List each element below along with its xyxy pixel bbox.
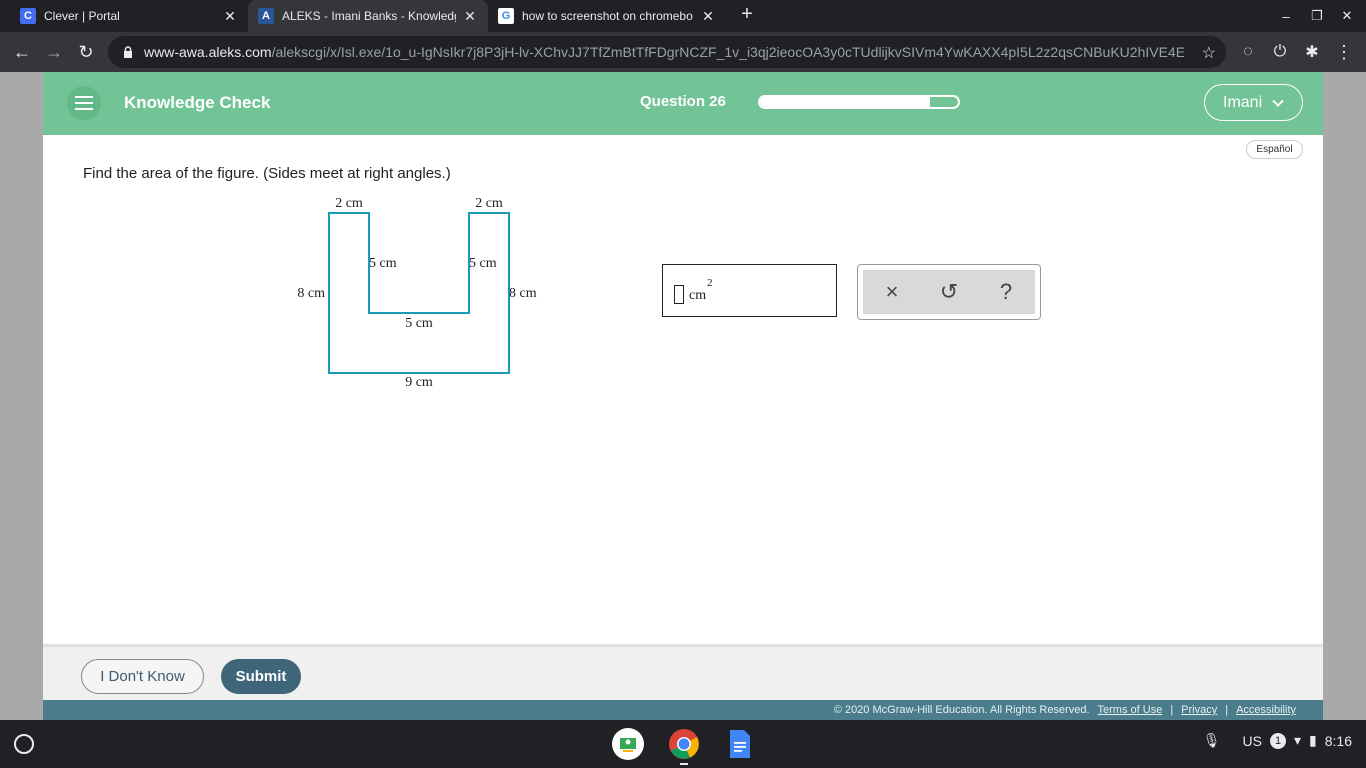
hamburger-menu-icon[interactable] — [67, 86, 101, 120]
forward-icon[interactable]: → — [42, 40, 66, 64]
aleks-page: Knowledge Check Question 26 Imani Españo… — [43, 72, 1323, 720]
extension-loading-icon[interactable]: ◌ — [1236, 40, 1260, 64]
active-app-indicator — [680, 763, 688, 765]
close-tab-icon[interactable]: ✕ — [700, 8, 716, 25]
answer-input[interactable] — [674, 285, 684, 304]
answer-area: cm 2 — [662, 264, 837, 317]
answer-unit: cm — [689, 288, 707, 303]
microphone-icon[interactable]: 🎙 — [1203, 732, 1221, 749]
submit-button[interactable]: Submit — [221, 659, 301, 694]
restore-icon[interactable]: ❐ — [1309, 8, 1325, 24]
progress-fill — [760, 97, 931, 107]
help-icon[interactable]: ? — [991, 277, 1021, 307]
tab-title: Clever | Portal — [44, 9, 120, 23]
copyright-text: © 2020 McGraw-Hill Education. All Rights… — [833, 704, 1090, 716]
app-header: Knowledge Check Question 26 Imani — [43, 72, 1323, 135]
label-bottom: 9 cm — [405, 375, 433, 387]
chevron-down-icon — [1272, 99, 1284, 107]
back-icon[interactable]: ← — [10, 40, 34, 64]
page-title: Knowledge Check — [124, 93, 271, 112]
launcher-icon[interactable] — [14, 734, 34, 754]
browser-toolbar: ← → ↻ www-awa.aleks.com/alekscgi/x/Isl.e… — [0, 32, 1366, 72]
tab-google-search[interactable]: G how to screenshot on chromebo ✕ — [488, 0, 726, 32]
status-tray[interactable]: 🎙 US 1 ▾ ▮ 8:16 — [1203, 732, 1352, 749]
answer-tools-bar: × ↺ ? — [863, 270, 1035, 314]
question-prompt: Find the area of the figure. (Sides meet… — [83, 165, 451, 182]
tab-aleks[interactable]: A ALEKS - Imani Banks - Knowledg ✕ — [248, 0, 488, 32]
privacy-link[interactable]: Privacy — [1181, 704, 1217, 716]
url-text: www-awa.aleks.com/alekscgi/x/Isl.exe/1o_… — [144, 44, 1184, 60]
page-footer: © 2020 McGraw-Hill Education. All Rights… — [43, 700, 1323, 720]
accessibility-link[interactable]: Accessibility — [1236, 704, 1296, 716]
clever-favicon-icon: C — [20, 8, 36, 24]
user-name: Imani — [1223, 93, 1263, 111]
new-tab-button[interactable]: + — [739, 3, 755, 25]
classroom-app-icon[interactable] — [612, 728, 644, 760]
wifi-icon: ▾ — [1294, 732, 1302, 748]
address-bar[interactable]: www-awa.aleks.com/alekscgi/x/Isl.exe/1o_… — [108, 36, 1226, 68]
close-window-icon[interactable]: ✕ — [1339, 8, 1355, 24]
clear-icon[interactable]: × — [877, 277, 907, 307]
label-outer-right: 8 cm — [509, 286, 537, 301]
extensions-puzzle-icon[interactable]: ✱ — [1300, 40, 1324, 64]
lock-icon — [124, 46, 132, 58]
browser-tab-strip: C Clever | Portal ✕ A ALEKS - Imani Bank… — [0, 0, 1366, 32]
power-extension-icon[interactable]: ⏻ — [1268, 40, 1292, 64]
clock: 8:16 — [1324, 732, 1352, 749]
footer-separator: | — [1170, 704, 1174, 716]
more-menu-icon[interactable]: ⋮ — [1332, 40, 1356, 64]
close-tab-icon[interactable]: ✕ — [222, 8, 238, 25]
dont-know-button[interactable]: I Don't Know — [81, 659, 204, 694]
chromeos-shelf: 🎙 US 1 ▾ ▮ 8:16 — [0, 720, 1366, 768]
docs-app-icon[interactable] — [724, 728, 756, 760]
answer-exponent: 2 — [707, 277, 713, 289]
notification-badge: 1 — [1270, 732, 1286, 749]
reload-icon[interactable]: ↻ — [74, 40, 98, 64]
tab-title: how to screenshot on chromebo — [522, 9, 693, 23]
u-shape-figure: 2 cm 2 cm 5 cm 5 cm 8 cm 8 cm 5 cm 9 cm — [297, 196, 537, 387]
label-top-right: 2 cm — [475, 196, 503, 211]
progress-bar — [758, 95, 960, 109]
label-outer-left: 8 cm — [297, 286, 325, 301]
label-top-left: 2 cm — [335, 196, 363, 211]
chrome-app-icon[interactable] — [668, 728, 700, 760]
question-number: Question 26 — [640, 93, 726, 110]
language-toggle-button[interactable]: Español — [1246, 140, 1303, 159]
user-menu-button[interactable]: Imani — [1204, 84, 1303, 121]
answer-tools-panel: × ↺ ? — [857, 264, 1041, 320]
figure-outline — [328, 212, 510, 374]
close-tab-icon[interactable]: ✕ — [462, 8, 478, 25]
undo-icon[interactable]: ↺ — [934, 277, 964, 307]
bookmark-star-icon[interactable]: ☆ — [1202, 43, 1216, 63]
label-inner-left: 5 cm — [369, 256, 397, 271]
google-favicon-icon: G — [498, 8, 514, 24]
battery-icon: ▮ — [1309, 732, 1317, 748]
tab-clever[interactable]: C Clever | Portal ✕ — [10, 0, 248, 32]
tab-title: ALEKS - Imani Banks - Knowledg — [282, 9, 456, 23]
label-inner-bottom: 5 cm — [405, 316, 433, 331]
footer-separator: | — [1225, 704, 1229, 716]
keyboard-locale: US — [1242, 732, 1262, 749]
minimize-icon[interactable]: – — [1278, 8, 1294, 24]
aleks-favicon-icon: A — [258, 8, 274, 24]
action-bar: I Don't Know Submit — [43, 644, 1323, 700]
label-inner-right: 5 cm — [469, 256, 497, 271]
terms-link[interactable]: Terms of Use — [1098, 704, 1163, 716]
